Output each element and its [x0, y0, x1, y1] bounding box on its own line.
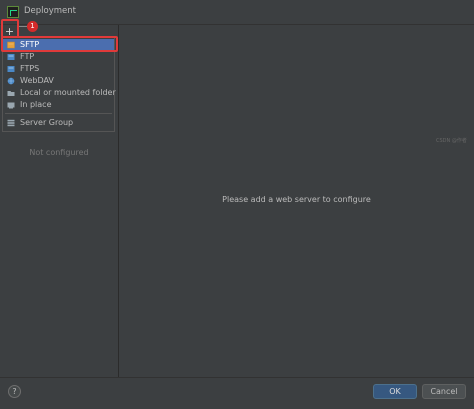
menu-item-ftp[interactable]: FTP: [3, 51, 114, 63]
menu-item-ftps[interactable]: FTPS: [3, 63, 114, 75]
folder-icon: [7, 91, 15, 96]
configure-placeholder-text: Please add a web server to configure: [222, 195, 371, 204]
highlight-sftp-item: [1, 36, 118, 52]
server-group-icon: [7, 119, 15, 127]
window-title: Deployment: [24, 6, 76, 16]
help-button[interactable]: ?: [8, 385, 21, 398]
menu-item-webdav[interactable]: WebDAV: [3, 75, 114, 87]
menu-item-label: FTPS: [20, 64, 40, 73]
menu-item-label: WebDAV: [20, 76, 54, 85]
menu-item-in-place[interactable]: In place: [3, 99, 114, 111]
menu-item-local-folder[interactable]: Local or mounted folder: [3, 87, 116, 99]
menu-separator: [5, 113, 112, 114]
ftps-server-icon: [7, 66, 15, 72]
in-place-icon: [7, 102, 15, 109]
annotation-line: [19, 26, 27, 27]
webdav-icon: [7, 77, 15, 85]
cancel-button[interactable]: Cancel: [422, 384, 466, 399]
menu-item-label: FTP: [20, 52, 35, 61]
menu-item-label: Server Group: [20, 118, 74, 127]
ftp-server-icon: [7, 54, 15, 60]
left-pane-empty-text: Not configured: [29, 148, 89, 157]
title-bar: Deployment: [0, 0, 474, 25]
menu-item-label: Local or mounted folder: [20, 88, 116, 97]
menu-item-label: In place: [20, 100, 52, 109]
annotation-badge-1: 1: [27, 21, 38, 32]
watermark: CSDN @作者: [436, 138, 467, 144]
ok-button[interactable]: OK: [373, 384, 417, 399]
app-icon: [7, 6, 19, 18]
menu-item-server-group[interactable]: Server Group: [3, 117, 114, 129]
